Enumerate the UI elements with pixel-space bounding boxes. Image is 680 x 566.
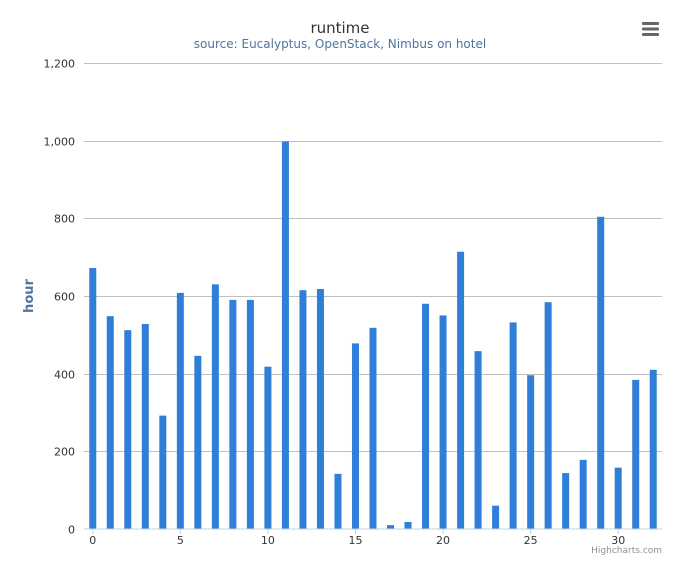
credits-link[interactable]: Highcharts.com <box>591 546 662 556</box>
y-tick-label: 200 <box>54 446 75 459</box>
bar <box>316 289 324 529</box>
bar <box>229 299 237 529</box>
bar <box>509 322 517 529</box>
bar <box>474 351 482 529</box>
bar <box>422 303 430 529</box>
bar <box>106 316 114 529</box>
x-tick-label: 15 <box>348 534 362 547</box>
x-tick-label: 10 <box>261 534 275 547</box>
bar <box>281 141 289 529</box>
chart-title: runtime <box>310 19 369 37</box>
x-tick-label: 5 <box>177 534 184 547</box>
bar <box>124 330 132 529</box>
bar <box>649 369 657 529</box>
x-tick-label: 20 <box>436 534 450 547</box>
menu-icon <box>642 22 659 36</box>
y-tick-label: 1,000 <box>44 136 76 149</box>
bar <box>404 522 412 529</box>
y-tick-label: 400 <box>54 369 75 382</box>
bar <box>387 525 395 529</box>
bar <box>369 327 377 529</box>
y-tick-label: 1,200 <box>44 58 76 71</box>
bar <box>159 415 167 529</box>
bar <box>194 355 202 529</box>
chart: runtime source: Eucalyptus, OpenStack, N… <box>0 0 680 566</box>
bar <box>299 290 307 529</box>
x-tick-label: 25 <box>524 534 538 547</box>
chart-subtitle: source: Eucalyptus, OpenStack, Nimbus on… <box>194 37 486 51</box>
y-axis-title: hour <box>22 278 37 312</box>
bar <box>579 459 587 529</box>
bar <box>246 299 254 529</box>
bar <box>614 467 622 529</box>
bar <box>176 292 184 529</box>
bar <box>141 323 149 529</box>
y-tick-label: 0 <box>68 524 75 537</box>
x-tick-label: 0 <box>89 534 96 547</box>
bar <box>351 343 359 529</box>
chart-menu-button[interactable] <box>636 16 664 42</box>
bar <box>89 268 97 529</box>
bar <box>439 315 447 529</box>
bar <box>264 366 272 529</box>
bar <box>211 284 219 529</box>
bar <box>597 216 605 529</box>
bar <box>457 251 465 530</box>
bar <box>562 473 570 529</box>
bar <box>492 505 500 529</box>
bar <box>544 302 552 529</box>
bar <box>632 379 640 529</box>
y-tick-label: 800 <box>54 213 75 226</box>
bar <box>334 473 342 529</box>
bar <box>527 375 535 529</box>
y-tick-label: 600 <box>54 291 75 304</box>
